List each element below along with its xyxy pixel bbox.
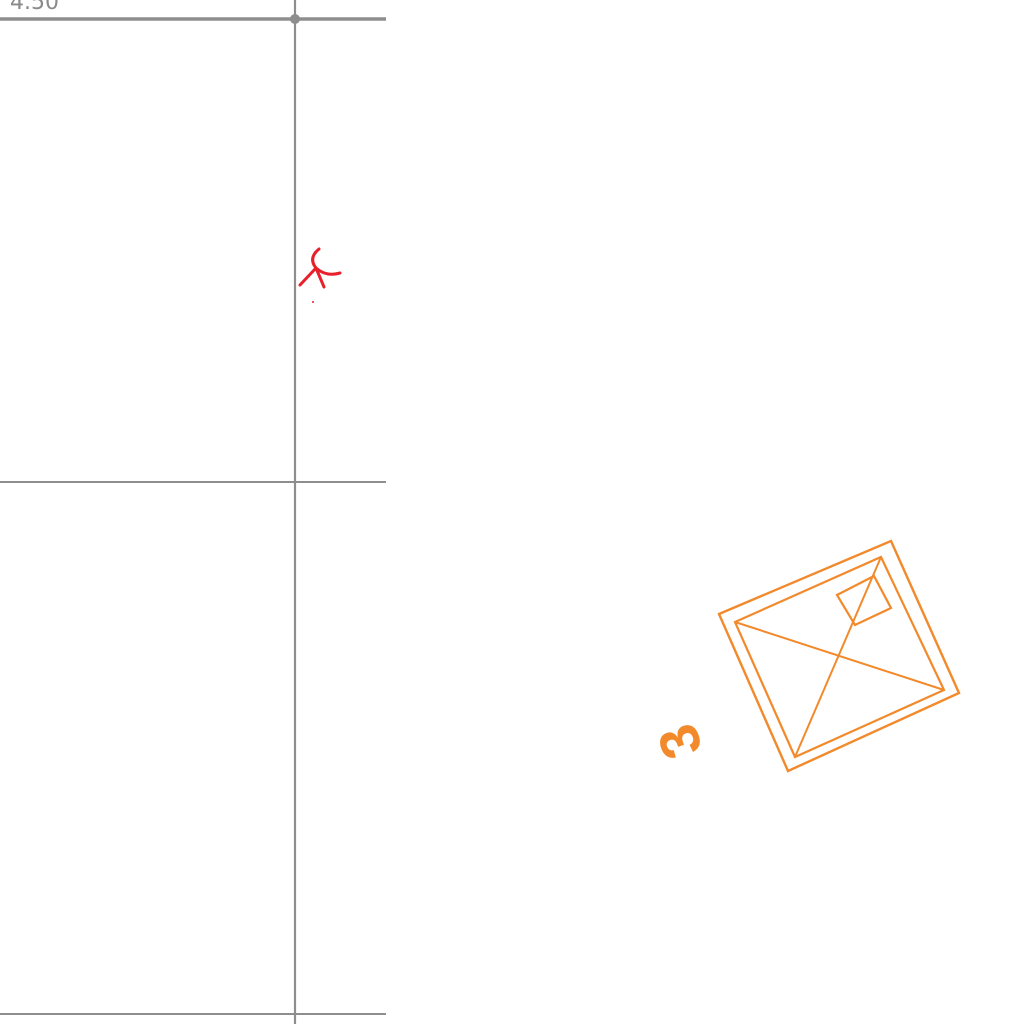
plan-svg[interactable]: 4.50 3 bbox=[0, 0, 1024, 1024]
fixture-tag-label: 3 bbox=[645, 716, 715, 767]
red-y-symbol-icon[interactable] bbox=[298, 247, 342, 303]
level-label: 4.50 bbox=[10, 0, 59, 15]
y-symbol-stem bbox=[298, 266, 318, 287]
grid-intersection-node[interactable] bbox=[290, 14, 300, 24]
fixture-diagonal-b bbox=[794, 556, 882, 758]
orange-skylight-box-icon[interactable] bbox=[717, 539, 961, 773]
y-symbol-dot bbox=[312, 301, 314, 303]
fixture-small-box bbox=[835, 574, 893, 627]
grid-lines bbox=[0, 0, 386, 1024]
drawing-canvas[interactable]: 4.50 3 bbox=[0, 0, 1024, 1024]
